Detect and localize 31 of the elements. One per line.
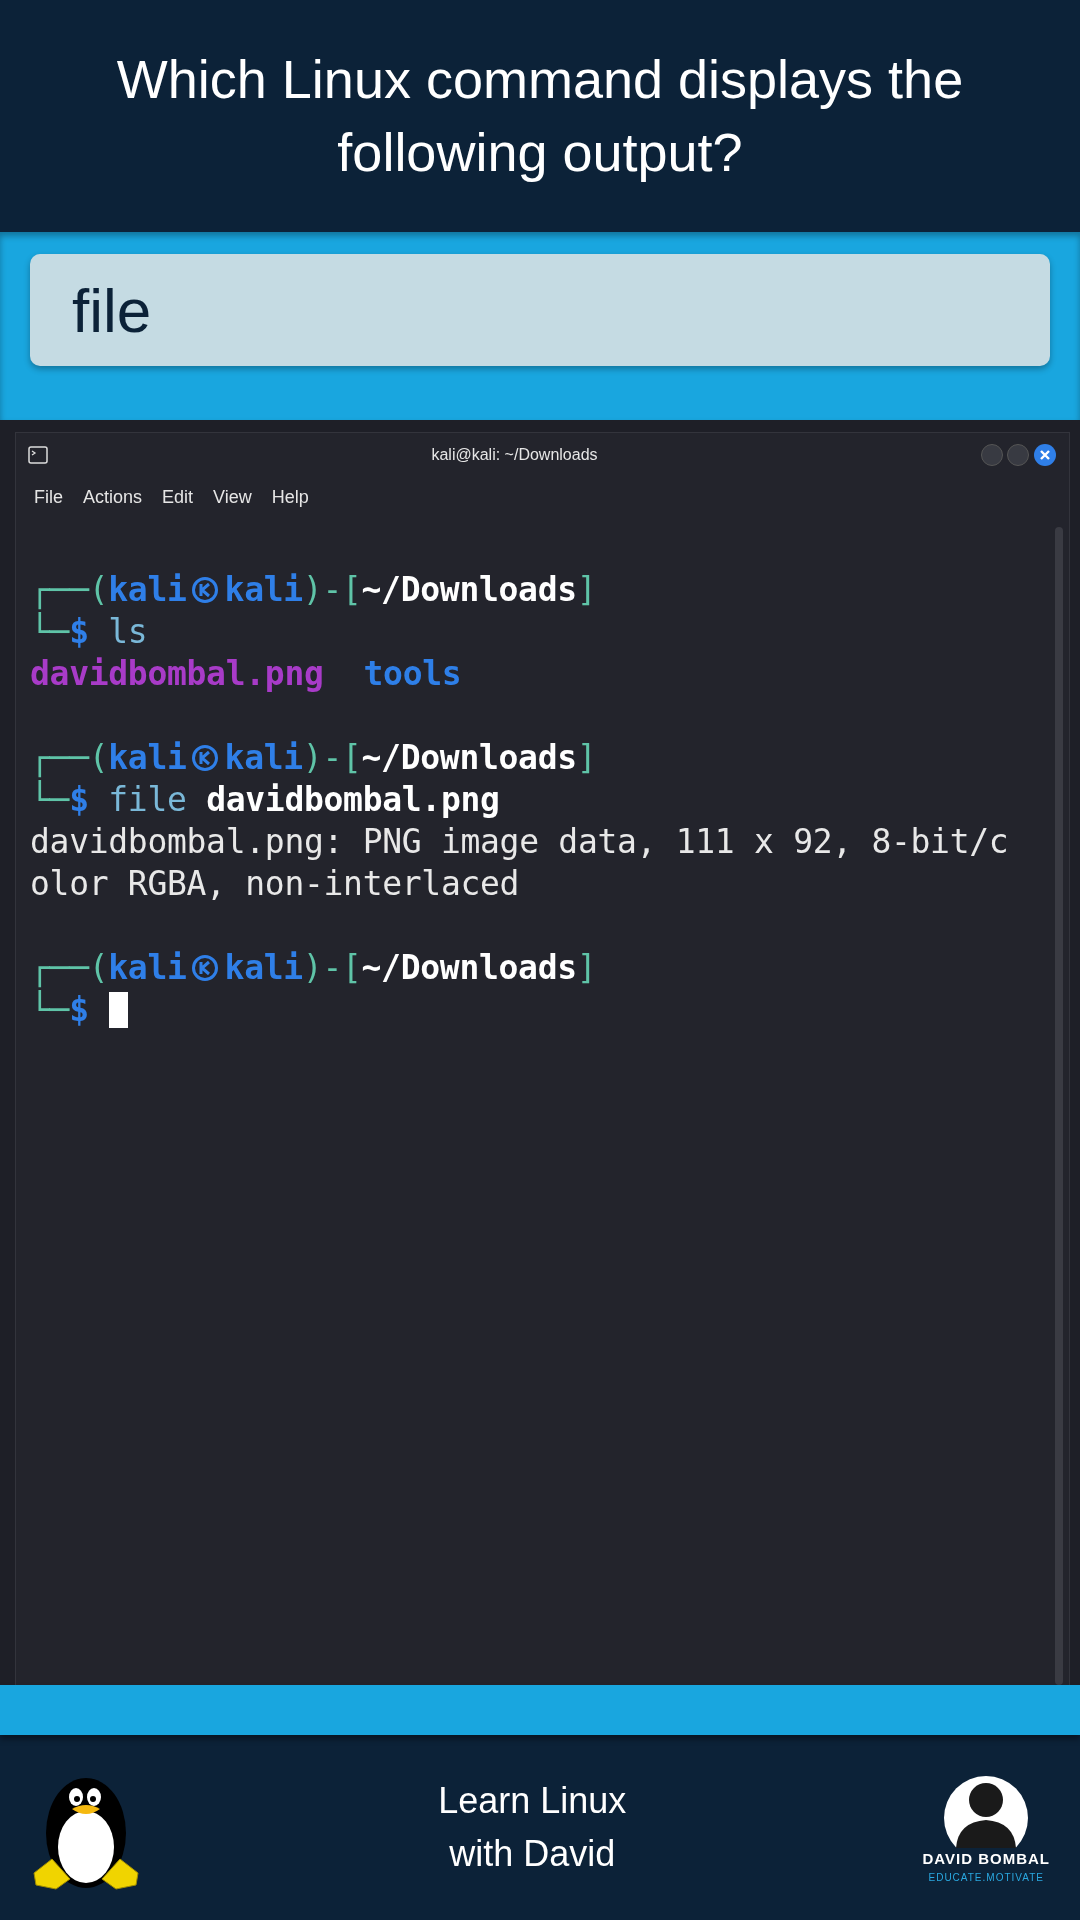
menu-item[interactable]: View	[205, 481, 260, 513]
output-text: olor RGBA, non-interlaced	[30, 863, 520, 905]
prompt-text: ┌──(kali	[30, 947, 187, 989]
logo-text: DAVID BOMBAL	[922, 1848, 1050, 1869]
prompt-text: kali)-[~/Downloads]	[224, 569, 597, 611]
prompt-text: kali)-[~/Downloads]	[224, 947, 597, 989]
terminal-icon	[28, 446, 48, 464]
prompt-text: kali)-[~/Downloads]	[224, 737, 597, 779]
menu-item[interactable]: Actions	[75, 481, 151, 513]
answer-box: file	[30, 254, 1050, 366]
prompt-text: ┌──(kali	[30, 569, 187, 611]
circled-k-icon	[190, 576, 219, 604]
footer-text: Learn Linux	[438, 1779, 627, 1824]
footer-text: with David	[448, 1831, 617, 1876]
circled-k-icon	[190, 954, 219, 982]
command-line: └─$ ls	[30, 611, 148, 653]
circled-k-icon	[190, 744, 219, 772]
menu-item[interactable]: Edit	[154, 481, 202, 513]
menu-item[interactable]: File	[26, 481, 71, 513]
file-name: davidbombal.png	[30, 653, 324, 695]
logo-tagline: EDUCATE.MOTIVATE	[928, 1871, 1044, 1886]
window-title: kali@kali: ~/Downloads	[430, 445, 599, 465]
command-line: └─$	[30, 989, 89, 1031]
prompt-text: ┌──(kali	[30, 737, 187, 779]
command-line: └─$ file davidbombal.png	[30, 779, 500, 821]
question-title: Which Linux command displays the following output?	[115, 48, 965, 184]
menu-item[interactable]: Help	[263, 481, 317, 513]
minimize-button[interactable]	[981, 444, 1003, 466]
output-text: davidbombal.png: PNG image data, 111 x 92, 8-bit/c	[30, 821, 1009, 863]
close-icon[interactable]	[1033, 443, 1057, 467]
file-name: tools	[363, 653, 462, 695]
